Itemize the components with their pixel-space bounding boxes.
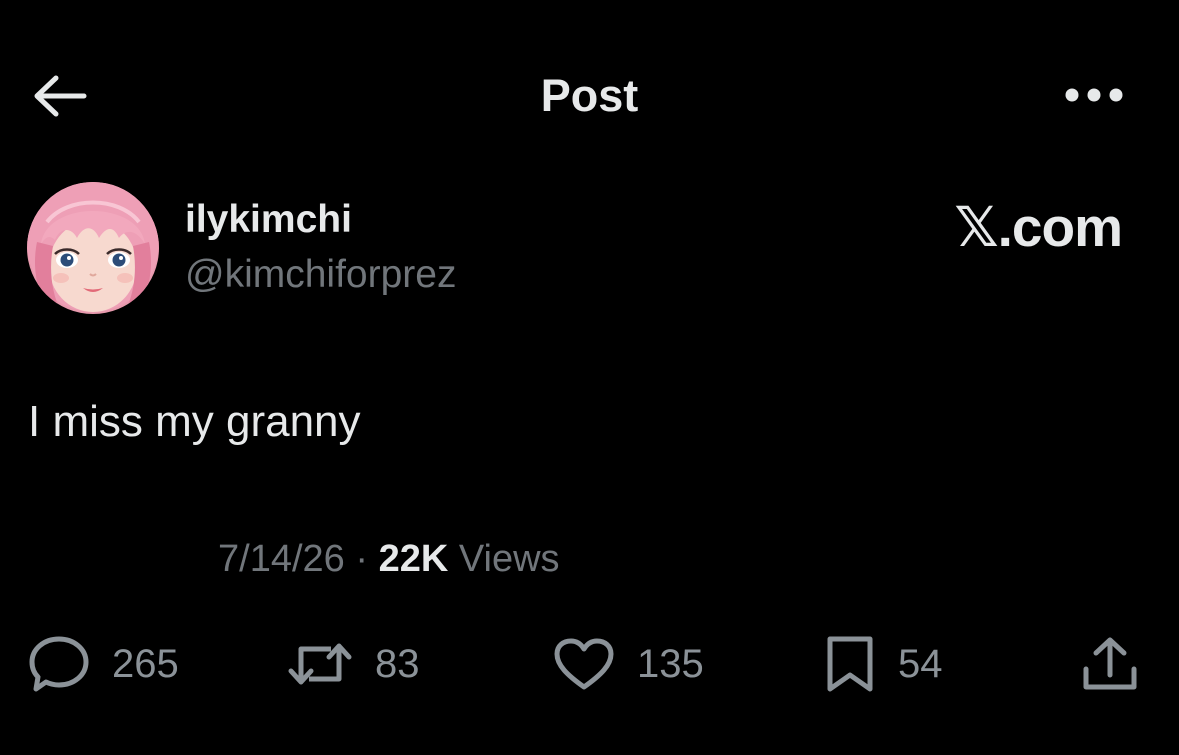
page-title: Post bbox=[540, 70, 639, 121]
post-date[interactable]: 7/14/26 bbox=[218, 538, 345, 580]
views-count: 22K bbox=[378, 538, 449, 580]
share-button[interactable] bbox=[1080, 632, 1140, 696]
post-meta: 7/14/26 · 22K Views bbox=[218, 538, 560, 581]
avatar[interactable] bbox=[27, 182, 159, 314]
heart-icon bbox=[554, 638, 614, 690]
repost-count: 83 bbox=[375, 641, 420, 686]
brand-watermark: 𝕏.com bbox=[954, 196, 1123, 258]
repost-icon bbox=[288, 643, 352, 685]
like-count: 135 bbox=[637, 641, 704, 686]
bookmark-count: 54 bbox=[898, 641, 943, 686]
display-name[interactable]: ilykimchi bbox=[185, 198, 352, 242]
bookmark-button[interactable]: 54 bbox=[824, 632, 943, 696]
share-icon bbox=[1083, 637, 1137, 690]
reply-count: 265 bbox=[112, 641, 179, 686]
reply-button[interactable]: 265 bbox=[28, 632, 179, 696]
user-handle[interactable]: @kimchiforprez bbox=[185, 253, 456, 297]
repost-button[interactable]: 83 bbox=[287, 632, 420, 696]
more-horizontal-icon bbox=[1065, 88, 1123, 102]
post-text: I miss my granny bbox=[28, 397, 361, 446]
more-options-button[interactable] bbox=[1062, 80, 1126, 110]
bookmark-icon bbox=[827, 636, 873, 692]
views-label: Views bbox=[458, 538, 560, 580]
pink-doll-avatar bbox=[27, 182, 159, 314]
meta-separator: · bbox=[355, 538, 369, 580]
like-button[interactable]: 135 bbox=[553, 632, 704, 696]
reply-icon bbox=[29, 636, 89, 692]
